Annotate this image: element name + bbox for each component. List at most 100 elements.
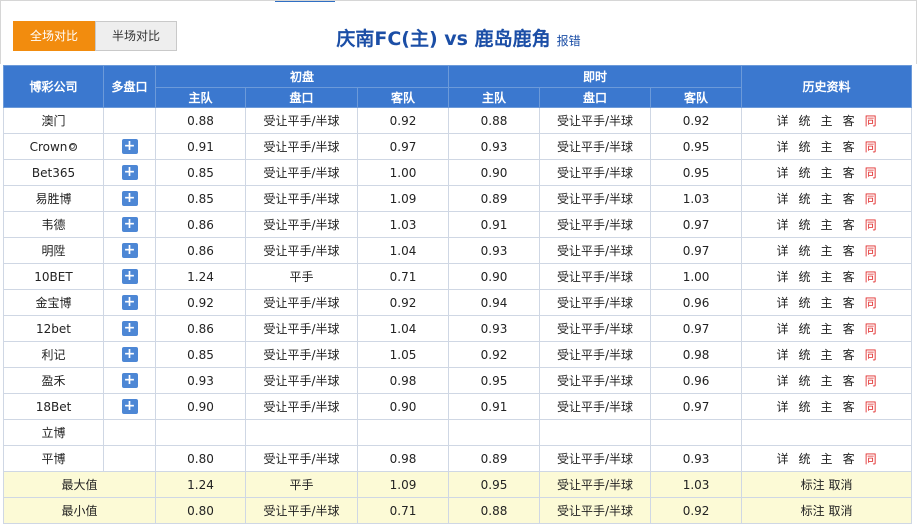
live-home-odds: 0.88: [448, 107, 541, 134]
history-link[interactable]: 主: [821, 164, 833, 181]
stats-actions[interactable]: 标注 取消: [741, 471, 913, 498]
company-name[interactable]: 利记: [41, 348, 65, 362]
history-link[interactable]: 同: [865, 164, 877, 181]
history-link[interactable]: 统: [799, 216, 811, 233]
history-link[interactable]: 统: [799, 320, 811, 337]
history-link[interactable]: 详: [777, 294, 789, 311]
history-link[interactable]: 客: [843, 242, 855, 259]
history-link[interactable]: 统: [799, 138, 811, 155]
history-link[interactable]: 详: [777, 320, 789, 337]
history-link[interactable]: 统: [799, 190, 811, 207]
history-link[interactable]: 详: [777, 372, 789, 389]
history-link[interactable]: 客: [843, 190, 855, 207]
expand-plus-icon[interactable]: +: [121, 217, 138, 232]
company-name[interactable]: 10BET: [34, 270, 72, 284]
company-name[interactable]: Bet365: [32, 166, 75, 180]
company-name[interactable]: 12bet: [36, 322, 71, 336]
history-link[interactable]: 详: [777, 190, 789, 207]
history-link[interactable]: 主: [821, 346, 833, 363]
history-link[interactable]: 同: [865, 346, 877, 363]
expand-plus-icon[interactable]: +: [121, 191, 138, 206]
company-name[interactable]: 金宝博: [35, 296, 71, 310]
history-link[interactable]: 详: [777, 450, 789, 467]
history-link[interactable]: 详: [777, 268, 789, 285]
history-link[interactable]: 详: [777, 346, 789, 363]
company-name[interactable]: 韦德: [41, 218, 65, 232]
history-link[interactable]: 同: [865, 372, 877, 389]
history-link[interactable]: 同: [865, 294, 877, 311]
history-link[interactable]: 主: [821, 294, 833, 311]
history-link[interactable]: 详: [777, 164, 789, 181]
history-link[interactable]: 客: [843, 216, 855, 233]
history-link[interactable]: 统: [799, 112, 811, 129]
history-link[interactable]: 详: [777, 398, 789, 415]
live-home-odds: 0.94: [448, 289, 541, 316]
history-link[interactable]: 详: [777, 112, 789, 129]
history-link[interactable]: 统: [799, 242, 811, 259]
history-link[interactable]: 客: [843, 138, 855, 155]
history-link[interactable]: 主: [821, 112, 833, 129]
company-name[interactable]: 澳门: [41, 114, 65, 128]
company-name[interactable]: Crown: [30, 140, 68, 154]
expand-plus-icon[interactable]: +: [121, 321, 138, 336]
live-handicap: 受让平手/半球: [539, 159, 652, 186]
history-link[interactable]: 同: [865, 190, 877, 207]
history-link[interactable]: 统: [799, 372, 811, 389]
initial-away-odds: 1.03: [356, 211, 450, 238]
history-link[interactable]: 详: [777, 138, 789, 155]
stats-actions[interactable]: 标注 取消: [741, 497, 913, 524]
expand-plus-icon[interactable]: +: [121, 165, 138, 180]
history-link[interactable]: 主: [821, 216, 833, 233]
history-link[interactable]: 同: [865, 138, 877, 155]
history-link[interactable]: 统: [799, 268, 811, 285]
expand-plus-icon[interactable]: +: [121, 373, 138, 388]
history-link[interactable]: 同: [865, 112, 877, 129]
history-link[interactable]: 同: [865, 216, 877, 233]
company-name[interactable]: 明陞: [41, 244, 65, 258]
history-link[interactable]: 详: [777, 216, 789, 233]
history-link[interactable]: 客: [843, 294, 855, 311]
history-link[interactable]: 主: [821, 190, 833, 207]
history-link[interactable]: 客: [843, 398, 855, 415]
history-link[interactable]: 主: [821, 268, 833, 285]
report-error-link[interactable]: 报错: [557, 34, 581, 48]
expand-plus-icon[interactable]: +: [121, 399, 138, 414]
history-link[interactable]: 统: [799, 346, 811, 363]
company-name[interactable]: 平博: [41, 452, 65, 466]
history-link[interactable]: 主: [821, 242, 833, 259]
history-link[interactable]: 同: [865, 398, 877, 415]
history-link[interactable]: 主: [821, 450, 833, 467]
company-name[interactable]: 易胜博: [35, 192, 71, 206]
history-link[interactable]: 客: [843, 346, 855, 363]
history-link[interactable]: 主: [821, 398, 833, 415]
history-link[interactable]: 客: [843, 268, 855, 285]
history-link[interactable]: 统: [799, 450, 811, 467]
history-link[interactable]: 统: [799, 164, 811, 181]
history-link[interactable]: 客: [843, 112, 855, 129]
expand-plus-icon[interactable]: +: [121, 295, 138, 310]
history-link[interactable]: 同: [865, 268, 877, 285]
history-link[interactable]: 同: [865, 242, 877, 259]
header-initial: 初盘: [154, 65, 450, 88]
multi-handicap-cell: +: [103, 393, 156, 420]
history-link[interactable]: 同: [865, 450, 877, 467]
history-link[interactable]: 统: [799, 398, 811, 415]
expand-plus-icon[interactable]: +: [121, 347, 138, 362]
expand-plus-icon[interactable]: +: [121, 139, 138, 154]
history-link[interactable]: 主: [821, 320, 833, 337]
history-link[interactable]: 客: [843, 320, 855, 337]
expand-plus-icon[interactable]: +: [121, 269, 138, 284]
history-link[interactable]: 主: [821, 372, 833, 389]
expand-plus-icon[interactable]: +: [121, 243, 138, 258]
history-link[interactable]: 客: [843, 372, 855, 389]
company-name[interactable]: 立博: [41, 426, 65, 440]
history-link[interactable]: 主: [821, 138, 833, 155]
history-link[interactable]: 详: [777, 242, 789, 259]
history-link[interactable]: 客: [843, 450, 855, 467]
history-link[interactable]: 同: [865, 320, 877, 337]
company-name[interactable]: 盈禾: [41, 374, 65, 388]
history-link[interactable]: 客: [843, 164, 855, 181]
company-name[interactable]: 18Bet: [36, 400, 72, 414]
stats-label: 最大值: [3, 471, 156, 498]
history-link[interactable]: 统: [799, 294, 811, 311]
